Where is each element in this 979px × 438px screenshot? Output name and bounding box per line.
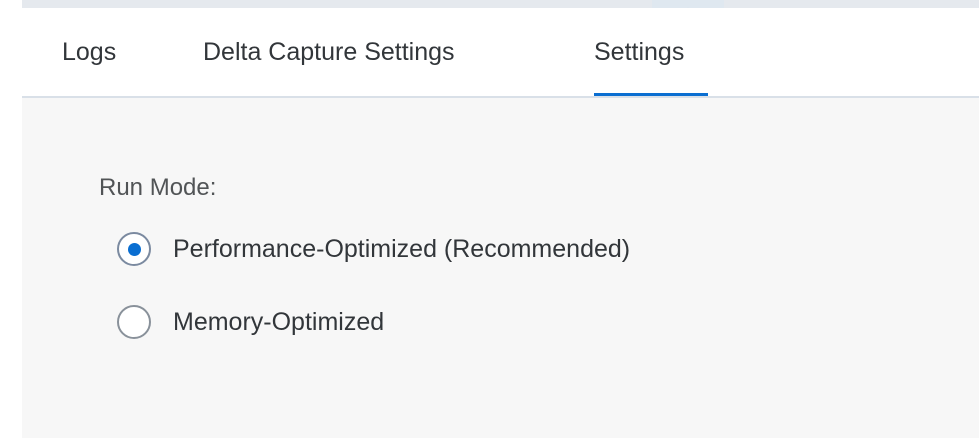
panel-top-border: [22, 0, 979, 8]
run-mode-label: Run Mode:: [99, 174, 217, 201]
radio-selected-dot: [127, 242, 141, 256]
tab-logs-label: Logs: [62, 37, 117, 66]
settings-content: Run Mode: Performance-Optimized (Recomme…: [22, 98, 979, 438]
tab-logs[interactable]: Logs: [62, 8, 116, 96]
tab-settings[interactable]: Settings: [594, 8, 708, 96]
tab-bar: Logs Delta Capture Settings Settings: [22, 8, 979, 98]
tab-delta-capture-settings-label: Delta Capture Settings: [203, 37, 455, 66]
tab-settings-label: Settings: [594, 37, 685, 66]
radio-label-memory: Memory-Optimized: [173, 307, 385, 336]
radio-button-performance[interactable]: [117, 232, 151, 266]
radio-label-performance: Performance-Optimized (Recommended): [173, 234, 631, 263]
run-mode-option-memory[interactable]: Memory-Optimized: [117, 305, 384, 339]
radio-button-memory[interactable]: [117, 305, 151, 339]
detail-panel: Logs Delta Capture Settings Settings Run…: [22, 0, 979, 438]
tab-delta-capture-settings[interactable]: Delta Capture Settings: [203, 8, 455, 96]
run-mode-option-performance[interactable]: Performance-Optimized (Recommended): [117, 232, 630, 266]
